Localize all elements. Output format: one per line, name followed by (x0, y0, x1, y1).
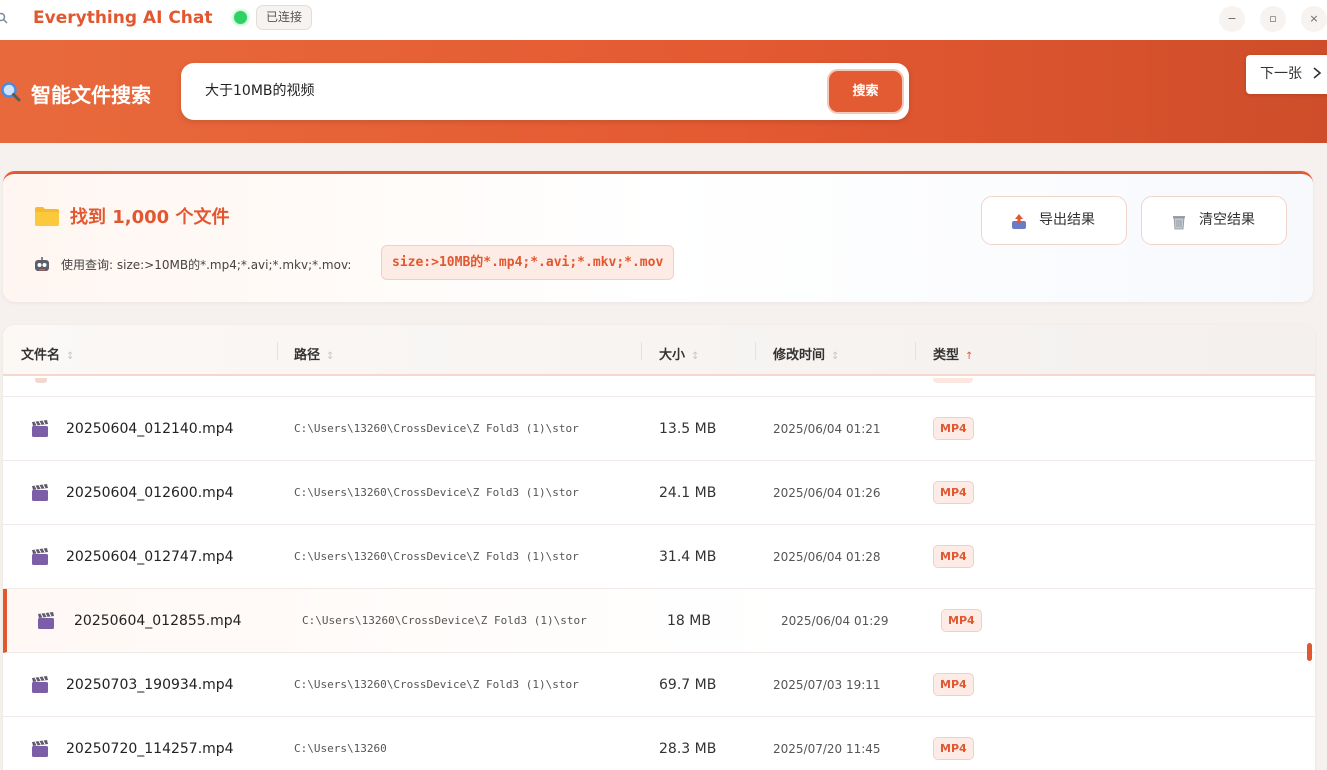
result-summary-card: 找到 1,000 个文件 使用查询: size:>10MB的*.mp4;*.av… (3, 171, 1313, 302)
clapperboard-icon (38, 612, 54, 629)
type-badge: MP4 (933, 673, 974, 696)
connection-status-badge: 已连接 (256, 5, 313, 30)
file-name: 20250720_114257.mp4 (66, 741, 234, 757)
column-divider[interactable] (277, 342, 278, 360)
title-bar: Everything AI Chat 已连接 − ▫ × (0, 0, 1327, 40)
app-icon (0, 12, 8, 24)
scrollbar-thumb[interactable] (1307, 643, 1312, 661)
file-name: 20250604_012140.mp4 (66, 421, 234, 437)
results-table: 文件名 ↕ 路径 ↕ 大小 ↕ 修改时间 ↕ 类型 ↑ 20250604_012140.m… (3, 325, 1315, 770)
search-box: 搜索 (181, 63, 909, 120)
file-modified: 2025/06/04 01:26 (773, 486, 881, 500)
column-divider[interactable] (755, 342, 756, 360)
type-badge: MP4 (941, 609, 982, 632)
sort-icon: ↕ (66, 351, 75, 362)
clear-results-label: 清空结果 (1199, 212, 1255, 228)
column-header-name[interactable]: 文件名 ↕ (21, 344, 74, 363)
connection-status-dot (234, 11, 247, 24)
file-modified: 2025/07/20 11:45 (773, 742, 881, 756)
file-path: C:\Users\13260\CrossDevice\Z Fold3 (1)\s… (294, 422, 579, 435)
close-button[interactable]: × (1301, 6, 1327, 32)
column-header-label: 路径 (294, 348, 321, 363)
table-row-selected[interactable]: 20250604_012855.mp4 C:\Users\13260\Cross… (3, 589, 1315, 653)
column-header-type[interactable]: 类型 ↑ (933, 344, 973, 363)
maximize-button[interactable]: ▫ (1260, 6, 1286, 32)
clapperboard-icon (32, 676, 48, 693)
sort-icon: ↕ (326, 351, 335, 362)
file-name: 20250703_190934.mp4 (66, 677, 234, 693)
clapperboard-icon (32, 420, 48, 437)
column-header-label: 类型 (933, 348, 960, 363)
column-header-size[interactable]: 大小 ↕ (659, 344, 699, 363)
clapperboard-icon (32, 740, 48, 757)
next-button[interactable]: 下一张 (1246, 55, 1327, 94)
type-badge: MP4 (933, 417, 974, 440)
search-banner: 智能文件搜索 搜索 下一张 (0, 40, 1327, 143)
export-results-button[interactable]: 导出结果 (981, 196, 1127, 245)
table-row-partial[interactable] (3, 378, 1315, 397)
column-header-label: 大小 (659, 348, 686, 363)
file-size: 24.1 MB (659, 485, 717, 501)
sort-icon: ↕ (831, 351, 840, 362)
query-label: 使用查询: size:>10MB的*.mp4;*.avi;*.mkv;*.mov… (61, 258, 352, 272)
file-path: C:\Users\13260\CrossDevice\Z Fold3 (1)\s… (294, 550, 579, 563)
column-header-label: 修改时间 (773, 348, 826, 363)
file-modified: 2025/06/04 01:28 (773, 550, 881, 564)
file-size: 69.7 MB (659, 677, 717, 693)
result-count-title: 找到 1,000 个文件 (70, 207, 230, 228)
trash-icon (1173, 216, 1185, 230)
type-badge: MP4 (933, 481, 974, 504)
sort-icon: ↕ (691, 351, 700, 362)
column-header-path[interactable]: 路径 ↕ (294, 344, 334, 363)
clapperboard-icon (32, 548, 48, 565)
export-results-label: 导出结果 (1039, 212, 1095, 228)
export-icon (1012, 214, 1026, 229)
file-path: C:\Users\13260\CrossDevice\Z Fold3 (1)\s… (294, 486, 579, 499)
table-header: 文件名 ↕ 路径 ↕ 大小 ↕ 修改时间 ↕ 类型 ↑ (3, 325, 1315, 376)
column-header-label: 文件名 (21, 348, 61, 363)
search-title: 智能文件搜索 (31, 83, 151, 107)
magnifier-icon (1, 82, 21, 102)
table-row[interactable]: 20250604_012140.mp4 C:\Users\13260\Cross… (3, 397, 1315, 461)
search-input[interactable] (205, 75, 805, 105)
column-header-modified[interactable]: 修改时间 ↕ (773, 344, 839, 363)
search-button[interactable]: 搜索 (827, 69, 904, 114)
sort-ascending-icon: ↑ (965, 351, 974, 362)
table-row[interactable]: 20250703_190934.mp4 C:\Users\13260\Cross… (3, 653, 1315, 717)
clear-results-button[interactable]: 清空结果 (1141, 196, 1287, 245)
file-path: C:\Users\13260 (294, 742, 387, 755)
table-row[interactable]: 20250720_114257.mp4 C:\Users\13260 28.3 … (3, 717, 1315, 770)
file-size: 18 MB (667, 613, 711, 629)
file-modified: 2025/06/04 01:29 (781, 614, 889, 628)
file-path: C:\Users\13260\CrossDevice\Z Fold3 (1)\s… (302, 614, 587, 627)
clapperboard-icon (35, 378, 47, 383)
app-title: Everything AI Chat (33, 8, 213, 28)
type-badge (933, 378, 973, 383)
table-row[interactable]: 20250604_012600.mp4 C:\Users\13260\Cross… (3, 461, 1315, 525)
file-size: 31.4 MB (659, 549, 717, 565)
type-badge: MP4 (933, 545, 974, 568)
type-badge: MP4 (933, 737, 974, 760)
chevron-right-icon (1313, 67, 1322, 79)
column-divider[interactable] (641, 342, 642, 360)
minimize-button[interactable]: − (1219, 6, 1245, 32)
file-name: 20250604_012747.mp4 (66, 549, 234, 565)
clapperboard-icon (32, 484, 48, 501)
next-label: 下一张 (1260, 66, 1302, 82)
file-path: C:\Users\13260\CrossDevice\Z Fold3 (1)\s… (294, 678, 579, 691)
file-modified: 2025/07/03 19:11 (773, 678, 881, 692)
query-code: size:>10MB的*.mp4;*.avi;*.mkv;*.mov (381, 245, 675, 280)
robot-icon (35, 257, 49, 271)
folder-icon (35, 207, 59, 226)
file-name: 20250604_012600.mp4 (66, 485, 234, 501)
file-modified: 2025/06/04 01:21 (773, 422, 881, 436)
column-divider[interactable] (915, 342, 916, 360)
table-row[interactable]: 20250604_012747.mp4 C:\Users\13260\Cross… (3, 525, 1315, 589)
file-name: 20250604_012855.mp4 (74, 613, 242, 629)
file-size: 13.5 MB (659, 421, 717, 437)
file-size: 28.3 MB (659, 741, 717, 757)
